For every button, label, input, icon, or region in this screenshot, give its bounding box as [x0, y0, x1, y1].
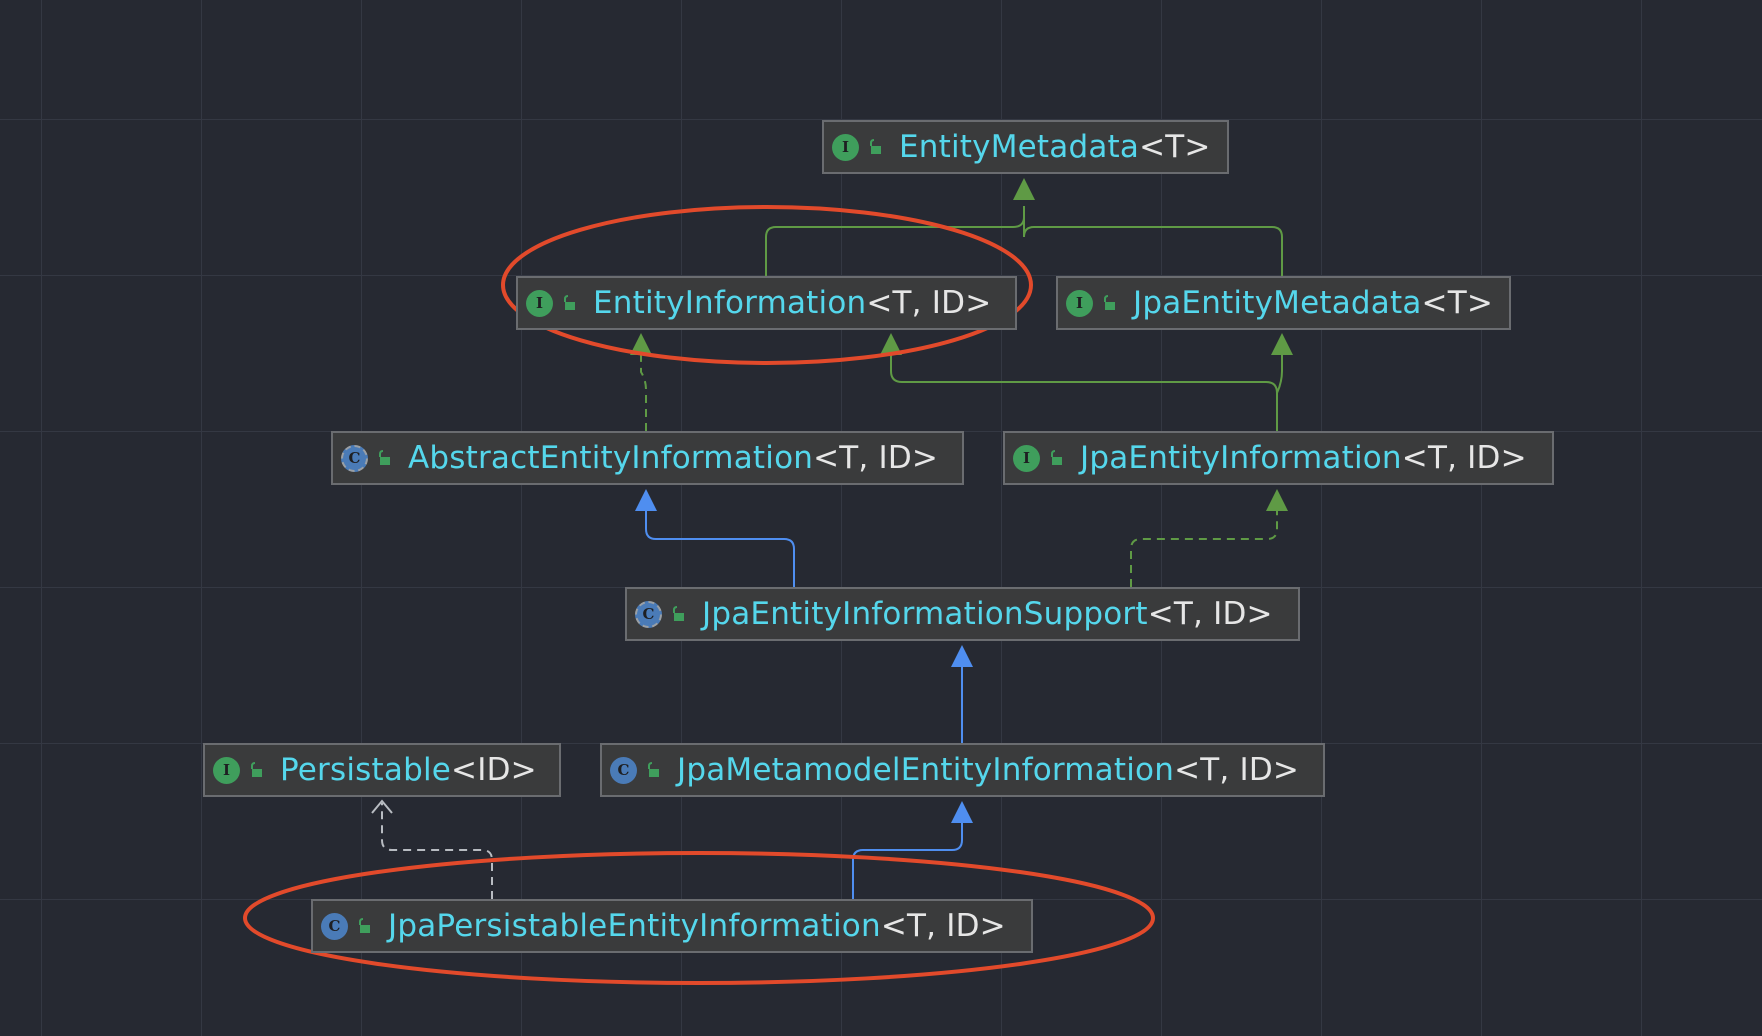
interface-icon: I — [526, 289, 553, 317]
class-icon: C — [610, 756, 637, 784]
edge-persistable-entity-information-to-persistable — [371, 799, 493, 899]
interface-icon: I — [1013, 444, 1040, 472]
class-name-label: Persistable<ID> — [280, 752, 537, 788]
public-access-icon — [379, 450, 390, 465]
abstract-class-icon: C — [635, 600, 662, 628]
edge-jpa-entity-information-to-entity-information — [880, 333, 1278, 431]
class-name-label: EntityMetadata<T> — [899, 129, 1211, 165]
edge-support-to-abstract-entity-information — [635, 489, 795, 587]
class-node-jpa-persistable-entity-information[interactable]: C JpaPersistableEntityInformation<T, ID> — [311, 899, 1033, 953]
public-access-icon — [359, 918, 370, 933]
class-name-label: JpaEntityMetadata<T> — [1133, 285, 1494, 321]
public-access-icon — [648, 762, 659, 777]
class-name-label: JpaMetamodelEntityInformation<T, ID> — [677, 752, 1300, 788]
class-hierarchy-diagram: I EntityMetadata<T> I EntityInformation<… — [0, 0, 1762, 1036]
abstract-class-icon: C — [341, 444, 368, 472]
class-node-jpa-entity-information-support[interactable]: C JpaEntityInformationSupport<T, ID> — [625, 587, 1300, 641]
class-name-label: AbstractEntityInformation<T, ID> — [408, 440, 939, 476]
class-name-label: JpaEntityInformationSupport<T, ID> — [702, 596, 1273, 632]
class-node-abstract-entity-information[interactable]: C AbstractEntityInformation<T, ID> — [331, 431, 964, 485]
class-node-persistable[interactable]: I Persistable<ID> — [203, 743, 561, 797]
interface-icon: I — [1066, 289, 1093, 317]
class-node-entity-information[interactable]: I EntityInformation<T, ID> — [516, 276, 1017, 330]
public-access-icon — [564, 295, 575, 310]
class-icon: C — [321, 912, 348, 940]
public-access-icon — [1051, 450, 1062, 465]
interface-icon: I — [213, 756, 240, 784]
edge-entity-information-to-entity-metadata — [765, 178, 1283, 276]
class-name-label: EntityInformation<T, ID> — [593, 285, 992, 321]
interface-icon: I — [832, 133, 859, 161]
public-access-icon — [251, 762, 262, 777]
class-name-label: JpaPersistableEntityInformation<T, ID> — [388, 908, 1006, 944]
edge-persistable-entity-information-to-metamodel — [852, 801, 973, 899]
class-name-label: JpaEntityInformation<T, ID> — [1080, 440, 1527, 476]
class-node-jpa-metamodel-entity-information[interactable]: C JpaMetamodelEntityInformation<T, ID> — [600, 743, 1325, 797]
public-access-icon — [870, 139, 881, 154]
class-node-jpa-entity-information[interactable]: I JpaEntityInformation<T, ID> — [1003, 431, 1554, 485]
public-access-icon — [673, 606, 684, 621]
class-node-jpa-entity-metadata[interactable]: I JpaEntityMetadata<T> — [1056, 276, 1511, 330]
class-node-entity-metadata[interactable]: I EntityMetadata<T> — [822, 120, 1229, 174]
edge-metamodel-to-support — [951, 645, 973, 743]
edge-support-to-jpa-entity-information — [1130, 489, 1288, 587]
edge-jpa-entity-information-to-jpa-entity-metadata — [1271, 333, 1293, 431]
public-access-icon — [1104, 295, 1115, 310]
edge-abstract-entity-information-to-entity-information — [630, 333, 652, 431]
